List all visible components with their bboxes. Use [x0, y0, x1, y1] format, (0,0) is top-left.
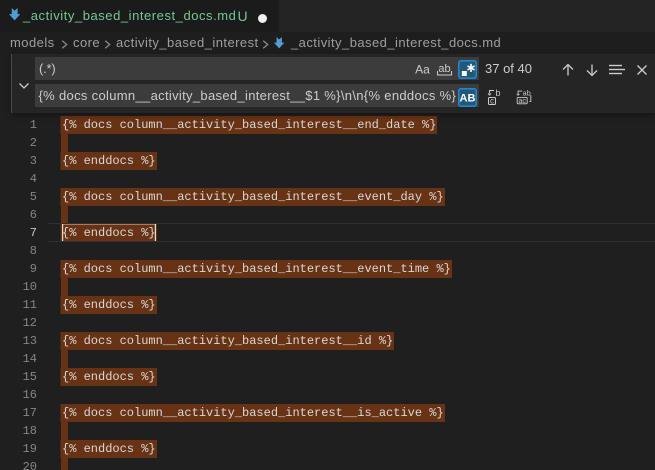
svg-text:ac: ac [518, 96, 526, 105]
svg-text:ab: ab [438, 63, 450, 75]
svg-text:AB: AB [460, 93, 476, 105]
svg-text:c: c [490, 97, 494, 106]
svg-text:Aa: Aa [415, 63, 430, 77]
svg-text:b: b [495, 88, 500, 98]
